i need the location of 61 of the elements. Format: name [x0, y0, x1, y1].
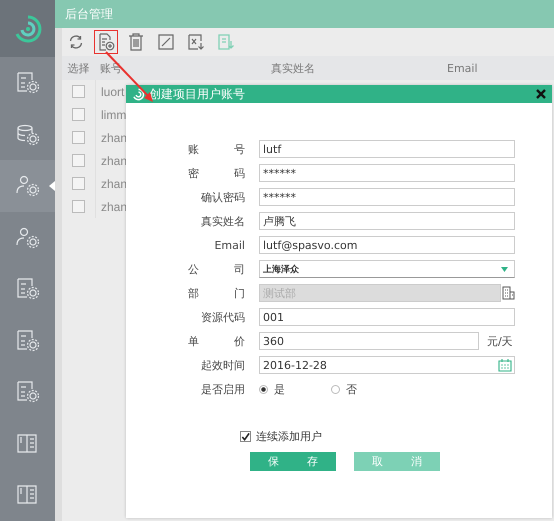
- field-label: 部 门: [188, 286, 245, 300]
- users-gear-icon: [16, 174, 40, 198]
- radio-option[interactable]: 是: [259, 382, 285, 396]
- row-checkbox[interactable]: [72, 200, 85, 213]
- doc-gear-icon: [16, 71, 40, 96]
- table-cell: zhan: [101, 176, 128, 190]
- field-label: 密 码: [188, 166, 245, 180]
- input-field[interactable]: ******: [259, 188, 515, 206]
- add-document-icon: [97, 33, 115, 51]
- table-cell: zhan: [101, 154, 128, 168]
- column-header: 选择: [66, 60, 90, 76]
- row-checkbox[interactable]: [72, 108, 85, 121]
- table-cell: zhan: [101, 130, 128, 144]
- field-label: Email: [213, 238, 245, 252]
- logo-icon: [12, 14, 42, 44]
- field-label: 单 价: [188, 334, 245, 348]
- unit-label: 元/天: [487, 334, 513, 348]
- trash-icon: [128, 33, 144, 51]
- export-icon: [187, 33, 205, 51]
- add-button[interactable]: [94, 30, 118, 54]
- input-field[interactable]: 卢腾飞: [259, 212, 515, 230]
- user-gear-icon: [16, 226, 40, 250]
- field-label: 账 号: [188, 142, 245, 156]
- building-icon[interactable]: [502, 286, 515, 300]
- row-checkbox[interactable]: [72, 131, 85, 144]
- company-dropdown[interactable]: 上海泽众: [259, 260, 515, 278]
- refresh-icon: [68, 34, 84, 50]
- caret-icon: [501, 266, 508, 272]
- database-gear-icon: [16, 122, 40, 147]
- input-field[interactable]: ******: [259, 164, 515, 182]
- close-icon[interactable]: [536, 89, 546, 99]
- checkbox-label: 连续添加用户: [256, 429, 322, 444]
- row-checkbox[interactable]: [72, 177, 85, 190]
- column-header: Email: [447, 62, 478, 74]
- input-field[interactable]: lutf@spasvo.com: [259, 236, 515, 254]
- import-icon: [217, 33, 235, 51]
- field-label: 确认密码: [200, 190, 245, 204]
- app-title: 后台管理: [65, 6, 113, 22]
- calendar-icon[interactable]: [498, 358, 512, 372]
- field-label: 起效时间: [200, 358, 245, 372]
- field-label: 资源代码: [200, 310, 245, 324]
- sidebar-item[interactable]: [0, 160, 55, 212]
- row-checkbox[interactable]: [72, 154, 85, 167]
- logo-icon: [132, 88, 145, 100]
- table-cell: limm: [101, 108, 126, 122]
- field-label: 真实姓名: [200, 214, 245, 228]
- table-cell: luort: [101, 84, 124, 98]
- selection-pointer: [49, 181, 55, 192]
- input-field[interactable]: lutf: [259, 140, 515, 158]
- input-field[interactable]: 001: [259, 308, 515, 326]
- checkbox[interactable]: [240, 431, 251, 442]
- column-header: 真实姓名: [271, 60, 316, 76]
- date-field[interactable]: 2016-12-28: [259, 356, 515, 374]
- radio-option[interactable]: 否: [331, 382, 357, 396]
- price-field[interactable]: 360: [259, 332, 479, 350]
- field-label: 是否启用: [200, 382, 245, 396]
- row-checkbox[interactable]: [72, 85, 85, 98]
- dialog-title: 创建项目用户账号: [149, 86, 246, 102]
- field-label: 公 司: [188, 262, 245, 276]
- edit-icon: [158, 34, 174, 50]
- table-cell: zhan: [101, 200, 128, 214]
